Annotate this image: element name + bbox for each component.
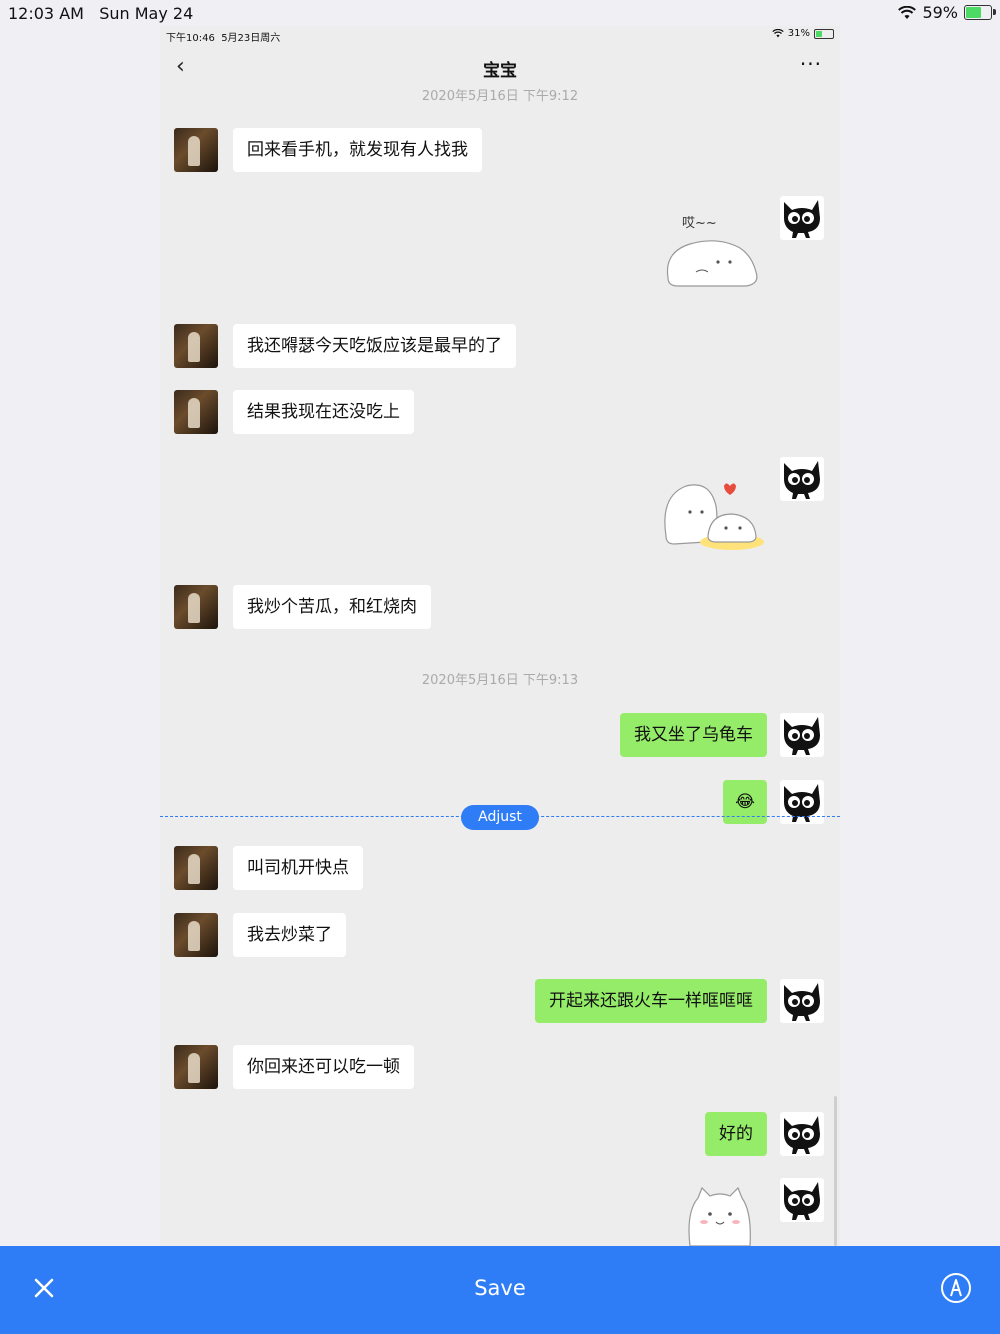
chat-nav-bar: ‹ 宝宝 ··· (160, 48, 840, 88)
message-bubble[interactable]: 我炒个苦瓜，和红烧肉 (233, 585, 431, 629)
message-bubble[interactable]: 回来看手机，就发现有人找我 (233, 128, 482, 172)
cats-hugging-sticker[interactable] (660, 476, 770, 556)
avatar[interactable] (174, 128, 218, 172)
message-bubble[interactable]: 我又坐了乌龟车 (620, 713, 767, 757)
markup-pen-icon[interactable] (940, 1272, 972, 1304)
chat-screenshot: 下午10:46 5月23日周六 31% ‹ 宝宝 ··· 2020年5月16日 … (160, 26, 840, 1246)
avatar[interactable] (174, 585, 218, 629)
black-cat-icon (784, 461, 820, 499)
phone-status-time: 下午10:46 5月23日周六 (166, 33, 281, 44)
scrollbar[interactable] (834, 1096, 837, 1246)
wifi-icon (772, 29, 784, 38)
message-bubble[interactable]: 我去炒菜了 (233, 913, 346, 957)
chat-title: 宝宝 (483, 61, 517, 81)
black-cat-icon (784, 717, 820, 755)
phone-status-bar: 下午10:46 5月23日周六 31% (160, 26, 840, 46)
ellipsis-icon[interactable]: ··· (800, 52, 822, 76)
black-cat-icon (784, 983, 820, 1021)
avatar[interactable] (174, 846, 218, 890)
avatar[interactable] (174, 324, 218, 368)
status-right: 59% (898, 3, 996, 22)
black-cat-icon (784, 1182, 820, 1220)
avatar[interactable] (780, 780, 824, 824)
phone-battery-percent: 31% (787, 28, 810, 39)
battery-icon (814, 28, 834, 39)
timestamp: 2020年5月16日 下午9:13 (421, 673, 579, 688)
message-bubble[interactable]: 开起来还跟火车一样哐哐哐 (535, 979, 767, 1023)
black-cat-icon (784, 200, 820, 238)
status-time: 12:03 AM Sun May 24 (8, 4, 194, 23)
wifi-icon (898, 5, 917, 19)
cat-sticker[interactable] (680, 1184, 760, 1246)
adjust-button[interactable]: Adjust (461, 805, 539, 830)
message-bubble[interactable]: 结果我现在还没吃上 (233, 390, 414, 434)
timestamp: 2020年5月16日 下午9:12 (421, 89, 579, 104)
message-bubble[interactable]: 我还嘚瑟今天吃饭应该是最早的了 (233, 324, 516, 368)
sigh-cat-sticker[interactable]: 哎~~ (660, 206, 765, 287)
avatar[interactable] (174, 913, 218, 957)
avatar[interactable] (174, 1045, 218, 1089)
avatar[interactable] (174, 390, 218, 434)
hugging-cats-icon (664, 483, 764, 550)
phone-status-right: 31% (772, 28, 834, 39)
message-bubble-emoji[interactable]: 😂 (723, 780, 767, 824)
white-cat-sticker-icon (688, 1186, 751, 1246)
white-cat-sticker-icon (666, 240, 758, 287)
save-button[interactable]: Save (0, 1276, 1000, 1300)
sticker-text: 哎~~ (682, 216, 717, 231)
avatar[interactable] (780, 457, 824, 501)
avatar[interactable] (780, 979, 824, 1023)
message-bubble[interactable]: 你回来还可以吃一顿 (233, 1045, 414, 1089)
avatar[interactable] (780, 196, 824, 240)
battery-percent: 59% (922, 3, 958, 22)
message-bubble[interactable]: 好的 (705, 1112, 767, 1156)
black-cat-icon (784, 1116, 820, 1154)
editor-toolbar: Save (0, 1246, 1000, 1334)
avatar[interactable] (780, 1178, 824, 1222)
avatar[interactable] (780, 1112, 824, 1156)
ipad-status-bar: 12:03 AM Sun May 24 59% (0, 0, 1000, 26)
avatar[interactable] (780, 713, 824, 757)
battery-icon (964, 5, 996, 20)
black-cat-icon (784, 784, 820, 822)
message-bubble[interactable]: 叫司机开快点 (233, 846, 363, 890)
